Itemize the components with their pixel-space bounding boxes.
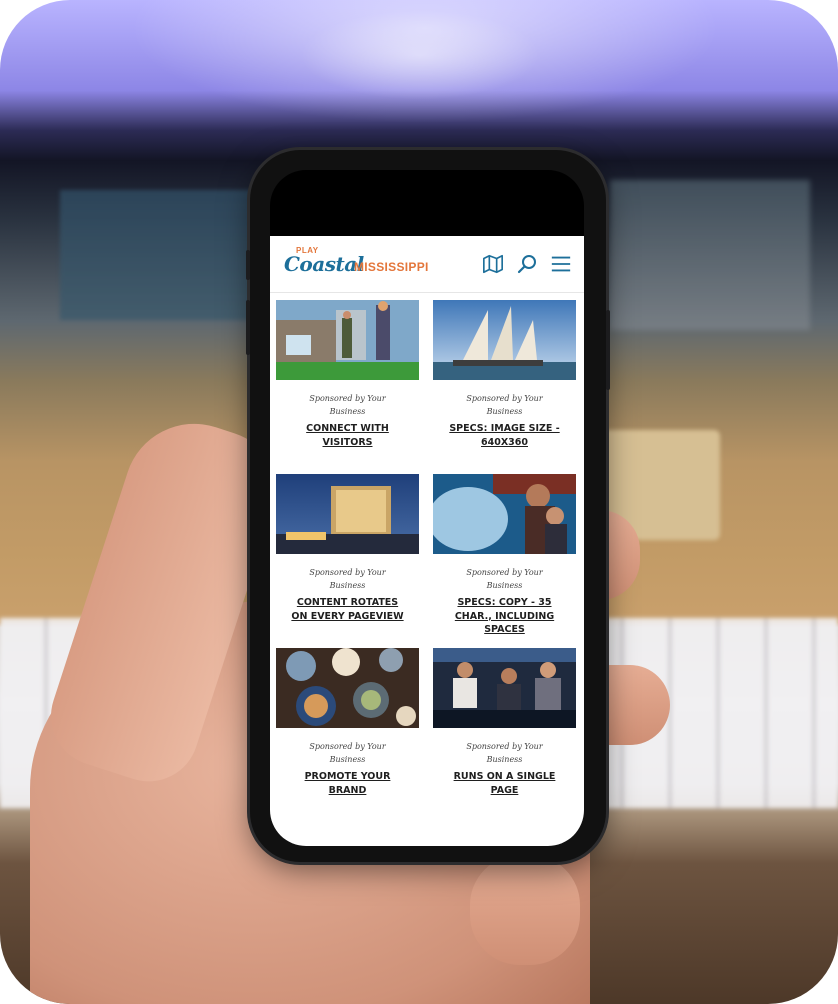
sponsored-card[interactable]: Sponsored by Your Business PROMOTE YOUR … [276,648,419,822]
search-icon[interactable] [516,254,538,274]
card-headline-link[interactable]: CONTENT ROTATES ON EVERY PAGEVIEW [276,596,419,623]
header-icons [482,254,572,274]
sponsored-card[interactable]: Sponsored by Your Business RUNS ON A SIN… [433,648,576,822]
sailboat-photo[interactable] [433,300,576,380]
map-icon[interactable] [482,254,504,274]
card-headline-link[interactable]: PROMOTE YOUR BRAND [276,770,419,797]
sponsor-label: Sponsored by Your Business [309,568,386,590]
phone-side-button [246,300,250,355]
phone-screen: PLAY Coastal MISSISSIPPI Sponsored by Yo… [270,170,584,846]
card-headline-link[interactable]: CONNECT WITH VISITORS [276,422,419,449]
hamburger-menu-icon[interactable] [550,254,572,274]
card-headline-link[interactable]: SPECS: IMAGE SIZE - 640X360 [433,422,576,449]
hand-finger [470,855,580,965]
monitor-screen-blur [60,190,270,320]
aquarium-photo[interactable] [433,474,576,554]
site-header: PLAY Coastal MISSISSIPPI [270,236,584,293]
sponsor-label: Sponsored by Your Business [466,568,543,590]
web-page: PLAY Coastal MISSISSIPPI Sponsored by Yo… [270,236,584,846]
sponsor-label: Sponsored by Your Business [466,394,543,416]
sponsored-card[interactable]: Sponsored by Your Business CONNECT WITH … [276,300,419,474]
food-table-photo[interactable] [276,648,419,728]
sponsored-card[interactable]: Sponsored by Your Business SPECS: COPY -… [433,474,576,648]
casino-friends-photo[interactable] [433,648,576,728]
sponsored-card[interactable]: Sponsored by Your Business CONTENT ROTAT… [276,474,419,648]
casino-hotel-photo[interactable] [276,474,419,554]
phone-side-button [606,310,610,390]
sponsor-label: Sponsored by Your Business [309,394,386,416]
mini-golf-photo[interactable] [276,300,419,380]
sponsor-label: Sponsored by Your Business [466,742,543,764]
monitor-side-blur [610,180,810,330]
phone-side-button [246,250,250,280]
sponsored-card-grid: Sponsored by Your Business CONNECT WITH … [276,300,578,822]
logo-mississippi-text: MISSISSIPPI [354,260,429,274]
monitor-logo-blur [300,10,540,100]
logo-coastal-text: Coastal [284,252,364,276]
sponsor-label: Sponsored by Your Business [309,742,386,764]
card-headline-link[interactable]: SPECS: COPY - 35 CHAR., INCLUDING SPACES [433,596,576,637]
card-headline-link[interactable]: RUNS ON A SINGLE PAGE [433,770,576,797]
sponsored-card[interactable]: Sponsored by Your Business SPECS: IMAGE … [433,300,576,474]
